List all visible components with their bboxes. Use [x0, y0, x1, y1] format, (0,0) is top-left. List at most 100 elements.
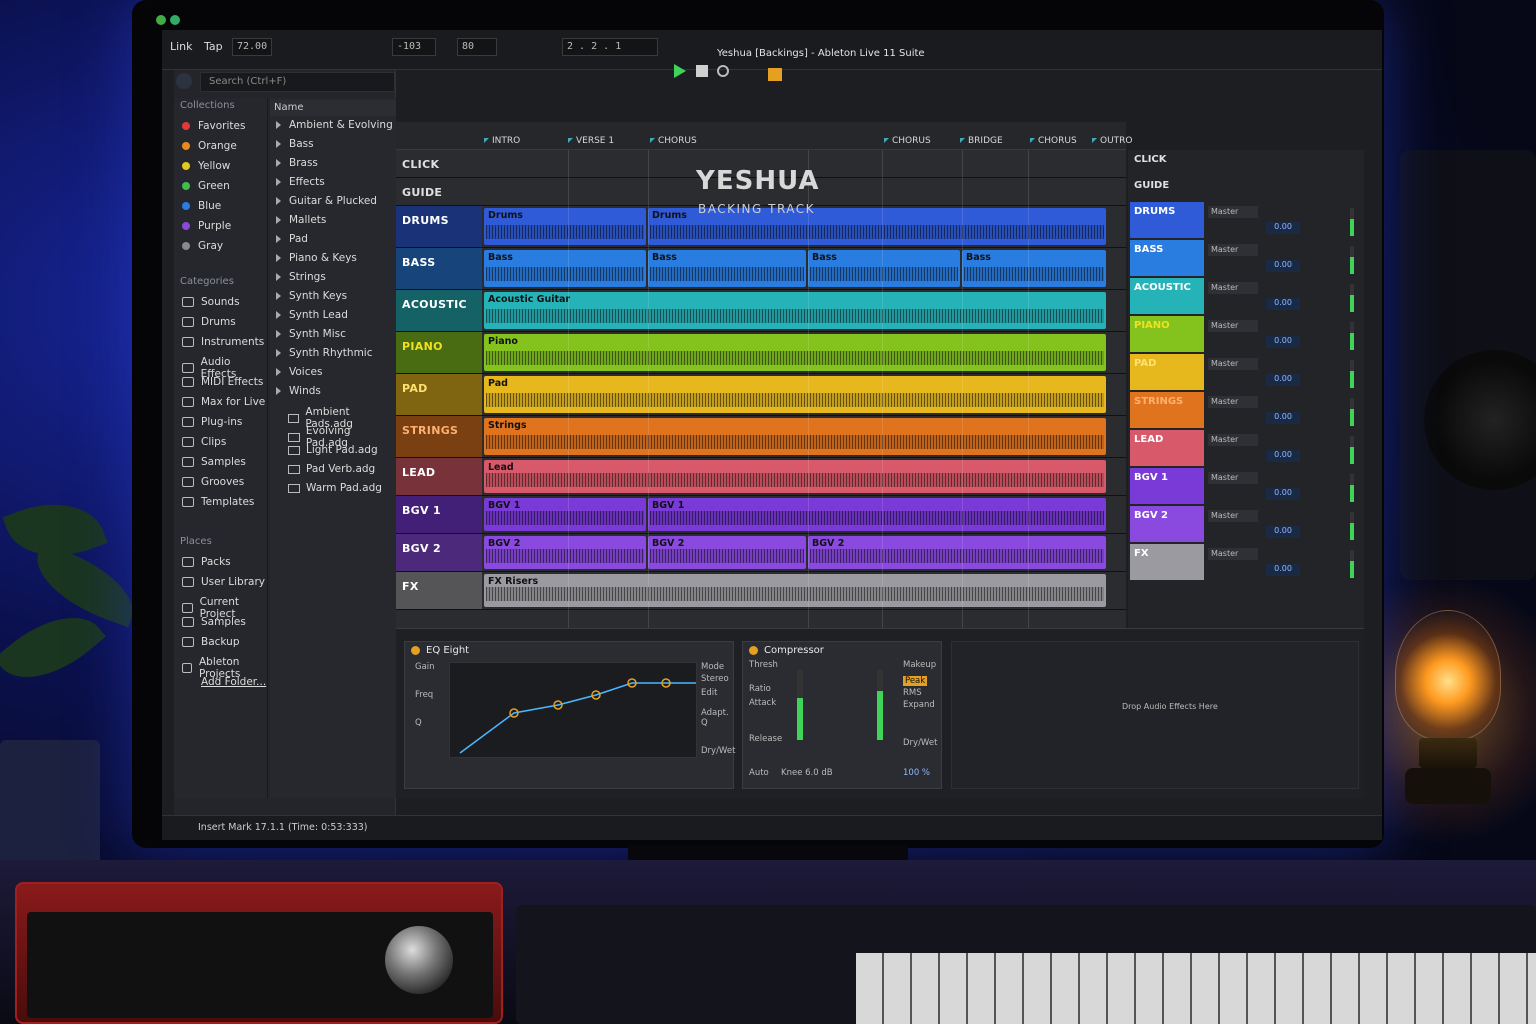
audio-clip[interactable]: FX Risers [484, 574, 1106, 607]
channel-name[interactable]: PAD [1130, 354, 1204, 390]
track-header[interactable]: PIANO [396, 332, 482, 373]
locator-verse-1[interactable]: VERSE 1 [566, 136, 614, 146]
preset-file[interactable]: Warm Pad.adg [276, 482, 382, 494]
tempo-field[interactable]: 72.00 [232, 38, 272, 56]
eq-edit-button[interactable]: Edit [701, 688, 717, 698]
place-packs[interactable]: Packs [182, 556, 231, 568]
locator-chorus-3[interactable]: CHORUS [1028, 136, 1077, 146]
browser-item[interactable]: Synth Keys [276, 290, 347, 302]
mixer-channel[interactable]: CLICK [1128, 150, 1364, 176]
audio-clip[interactable]: Bass [648, 250, 806, 287]
audio-clip[interactable]: Drums [484, 208, 646, 245]
audio-clip[interactable]: Piano [484, 334, 1106, 371]
search-icon[interactable] [176, 73, 192, 89]
channel-name[interactable]: CLICK [1130, 150, 1204, 174]
channel-name[interactable]: GUIDE [1130, 176, 1204, 200]
category-samples[interactable]: Samples [182, 456, 246, 468]
comp-peak-button[interactable]: Peak [903, 676, 928, 686]
comp-expand-button[interactable]: Expand [903, 700, 935, 710]
punch-in-icon[interactable] [768, 68, 782, 81]
collection-green[interactable]: Green [182, 180, 230, 192]
preset-file[interactable]: Pad Verb.adg [276, 463, 375, 475]
track-header[interactable]: DRUMS [396, 206, 482, 247]
category-drums[interactable]: Drums [182, 316, 236, 328]
track-header[interactable]: STRINGS [396, 416, 482, 457]
add-folder-link[interactable]: Add Folder... [182, 676, 266, 688]
window-dot-icon[interactable] [170, 15, 180, 25]
track-header[interactable]: LEAD [396, 458, 482, 495]
browser-item[interactable]: Bass [276, 138, 314, 150]
channel-name[interactable]: ACOUSTIC [1130, 278, 1204, 314]
track-lane[interactable]: STRINGS Strings [396, 416, 1126, 458]
volume-field[interactable]: 0.00 [1266, 450, 1300, 462]
track-lane[interactable]: LEAD Lead [396, 458, 1126, 496]
mixer-channel[interactable]: GUIDE [1128, 176, 1364, 202]
mixer-channel[interactable]: LEAD Master 0.00 [1128, 430, 1364, 468]
position-field[interactable]: 2 . 2 . 1 [562, 38, 658, 56]
category-templates[interactable]: Templates [182, 496, 254, 508]
tap-button[interactable]: Tap [204, 40, 223, 53]
name-column-header[interactable]: Name [270, 100, 396, 116]
track-header[interactable]: GUIDE [396, 178, 482, 205]
mixer-channel[interactable]: ACOUSTIC Master 0.00 [1128, 278, 1364, 316]
track-header[interactable]: FX [396, 572, 482, 609]
mixer-channel[interactable]: FX Master 0.00 [1128, 544, 1364, 582]
locator-bridge[interactable]: BRIDGE [958, 136, 1003, 146]
preset-file[interactable]: Light Pad.adg [276, 444, 378, 456]
category-grooves[interactable]: Grooves [182, 476, 244, 488]
track-lane[interactable]: BASS Bass Bass Bass Bass [396, 248, 1126, 290]
channel-name[interactable]: BASS [1130, 240, 1204, 276]
mixer-channel[interactable]: PIANO Master 0.00 [1128, 316, 1364, 354]
mixer-channel[interactable]: STRINGS Master 0.00 [1128, 392, 1364, 430]
quantize-field[interactable]: 80 [457, 38, 497, 56]
locator-intro[interactable]: INTRO [482, 136, 520, 146]
category-clips[interactable]: Clips [182, 436, 226, 448]
category-plug-ins[interactable]: Plug-ins [182, 416, 242, 428]
comp-rms-button[interactable]: RMS [903, 688, 922, 698]
comp-knee-value[interactable]: Knee 6.0 dB [781, 768, 833, 778]
eq-eight-device[interactable]: EQ Eight Gain Freq Q Mode Stereo Edit Ad… [404, 641, 735, 789]
mixer-channel[interactable]: BGV 2 Master 0.00 [1128, 506, 1364, 544]
audio-clip[interactable]: BGV 2 [648, 536, 806, 569]
track-lane[interactable]: FX FX Risers [396, 572, 1126, 610]
mixer-channel[interactable]: PAD Master 0.00 [1128, 354, 1364, 392]
track-header[interactable]: BASS [396, 248, 482, 289]
output-routing-select[interactable]: Master [1208, 434, 1258, 446]
browser-item[interactable]: Guitar & Plucked [276, 195, 377, 207]
place-samples[interactable]: Samples [182, 616, 246, 628]
comp-auto-button[interactable]: Auto [749, 768, 769, 778]
audio-clip[interactable]: Bass [484, 250, 646, 287]
browser-item[interactable]: Effects [276, 176, 325, 188]
mixer-channel[interactable]: BGV 1 Master 0.00 [1128, 468, 1364, 506]
audio-clip[interactable]: Acoustic Guitar [484, 292, 1106, 329]
track-header[interactable]: BGV 2 [396, 534, 482, 571]
locator-chorus[interactable]: CHORUS [648, 136, 697, 146]
audio-clip[interactable]: BGV 2 [484, 536, 646, 569]
category-midi-effects[interactable]: MIDI Effects [182, 376, 263, 388]
mixer-channel[interactable]: DRUMS Master 0.00 [1128, 202, 1364, 240]
track-header[interactable]: ACOUSTIC [396, 290, 482, 331]
track-lane[interactable]: BGV 2 BGV 2 BGV 2 BGV 2 [396, 534, 1126, 572]
browser-item[interactable]: Winds [276, 385, 321, 397]
category-max-for-live[interactable]: Max for Live [182, 396, 265, 408]
output-routing-select[interactable]: Master [1208, 548, 1258, 560]
browser-item[interactable]: Voices [276, 366, 322, 378]
audio-clip[interactable]: BGV 2 [808, 536, 1106, 569]
channel-name[interactable]: DRUMS [1130, 202, 1204, 238]
track-lane[interactable]: ACOUSTIC Acoustic Guitar [396, 290, 1126, 332]
device-on-icon[interactable] [749, 646, 758, 655]
audio-clip[interactable]: BGV 1 [648, 498, 1106, 531]
audio-clip[interactable]: Bass [808, 250, 960, 287]
output-routing-select[interactable]: Master [1208, 510, 1258, 522]
track-header[interactable]: CLICK [396, 150, 482, 177]
volume-field[interactable]: 0.00 [1266, 412, 1300, 424]
compressor-device[interactable]: Compressor Thresh Ratio Attack Release A… [742, 641, 942, 789]
track-header[interactable]: PAD [396, 374, 482, 415]
audio-clip[interactable]: Bass [962, 250, 1106, 287]
collection-purple[interactable]: Purple [182, 220, 231, 232]
pitch-field[interactable]: -103 [392, 38, 436, 56]
volume-field[interactable]: 0.00 [1266, 488, 1300, 500]
collection-orange[interactable]: Orange [182, 140, 237, 152]
channel-name[interactable]: PIANO [1130, 316, 1204, 352]
output-routing-select[interactable]: Master [1208, 320, 1258, 332]
